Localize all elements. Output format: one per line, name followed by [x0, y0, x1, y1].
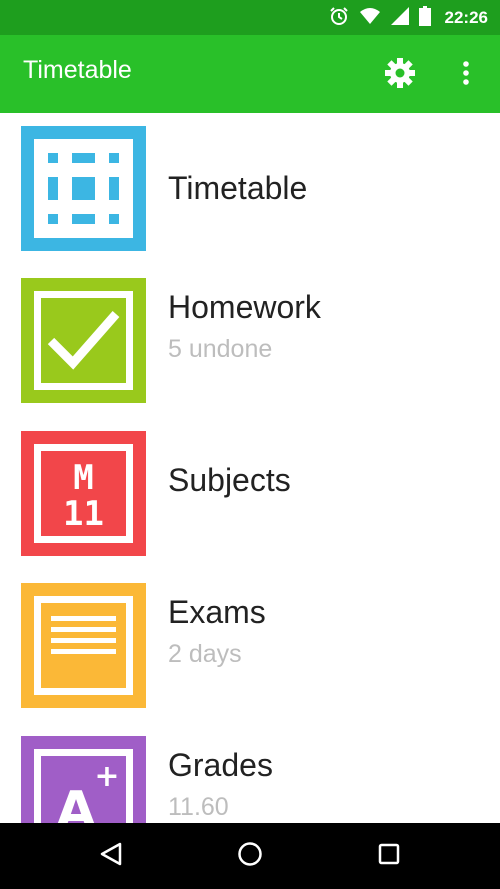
recents-button[interactable]	[369, 836, 409, 876]
menu-item-subjects[interactable]: M 11 Subjects	[0, 418, 500, 570]
signal-icon	[390, 7, 409, 29]
svg-text:+: +	[94, 759, 119, 794]
settings-icon	[384, 57, 416, 93]
menu-item-title: Subjects	[168, 462, 291, 498]
status-bar: 22:26	[0, 0, 500, 35]
subjects-icon: M 11	[21, 431, 146, 556]
navigation-bar	[0, 823, 500, 889]
home-icon	[237, 841, 263, 871]
app-bar: Timetable	[0, 35, 500, 113]
grades-icon: A +	[21, 736, 146, 823]
alarm-icon	[329, 6, 349, 30]
back-icon	[98, 841, 124, 871]
home-button[interactable]	[230, 836, 270, 876]
timetable-grid-icon	[21, 126, 146, 251]
menu-item-title: Homework	[168, 289, 321, 325]
recents-icon	[377, 842, 401, 870]
menu-item-title: Grades	[168, 747, 273, 783]
svg-text:M: M	[73, 458, 93, 498]
status-time: 22:26	[444, 8, 488, 27]
svg-text:A: A	[56, 781, 96, 823]
more-options-button[interactable]	[452, 57, 480, 93]
menu-item-grades[interactable]: A + Grades 11.60	[0, 723, 500, 823]
menu-item-title: Timetable	[168, 170, 308, 206]
menu-list: Timetable Homework 5 undone M 11 Subject…	[0, 113, 500, 823]
svg-text:11: 11	[63, 494, 104, 534]
settings-button[interactable]	[382, 57, 418, 93]
menu-item-timetable[interactable]: Timetable	[0, 113, 500, 265]
app-title: Timetable	[23, 56, 132, 84]
menu-item-subtitle: 11.60	[168, 793, 229, 821]
battery-icon	[418, 6, 431, 30]
homework-check-icon	[21, 278, 146, 403]
menu-item-subtitle: 2 days	[168, 640, 242, 668]
menu-item-exams[interactable]: Exams 2 days	[0, 570, 500, 722]
more-vert-icon	[462, 60, 470, 90]
menu-item-title: Exams	[168, 594, 266, 630]
menu-item-homework[interactable]: Homework 5 undone	[0, 265, 500, 417]
exams-icon	[21, 583, 146, 708]
wifi-icon	[359, 7, 381, 29]
menu-item-subtitle: 5 undone	[168, 335, 273, 363]
back-button[interactable]	[91, 836, 131, 876]
